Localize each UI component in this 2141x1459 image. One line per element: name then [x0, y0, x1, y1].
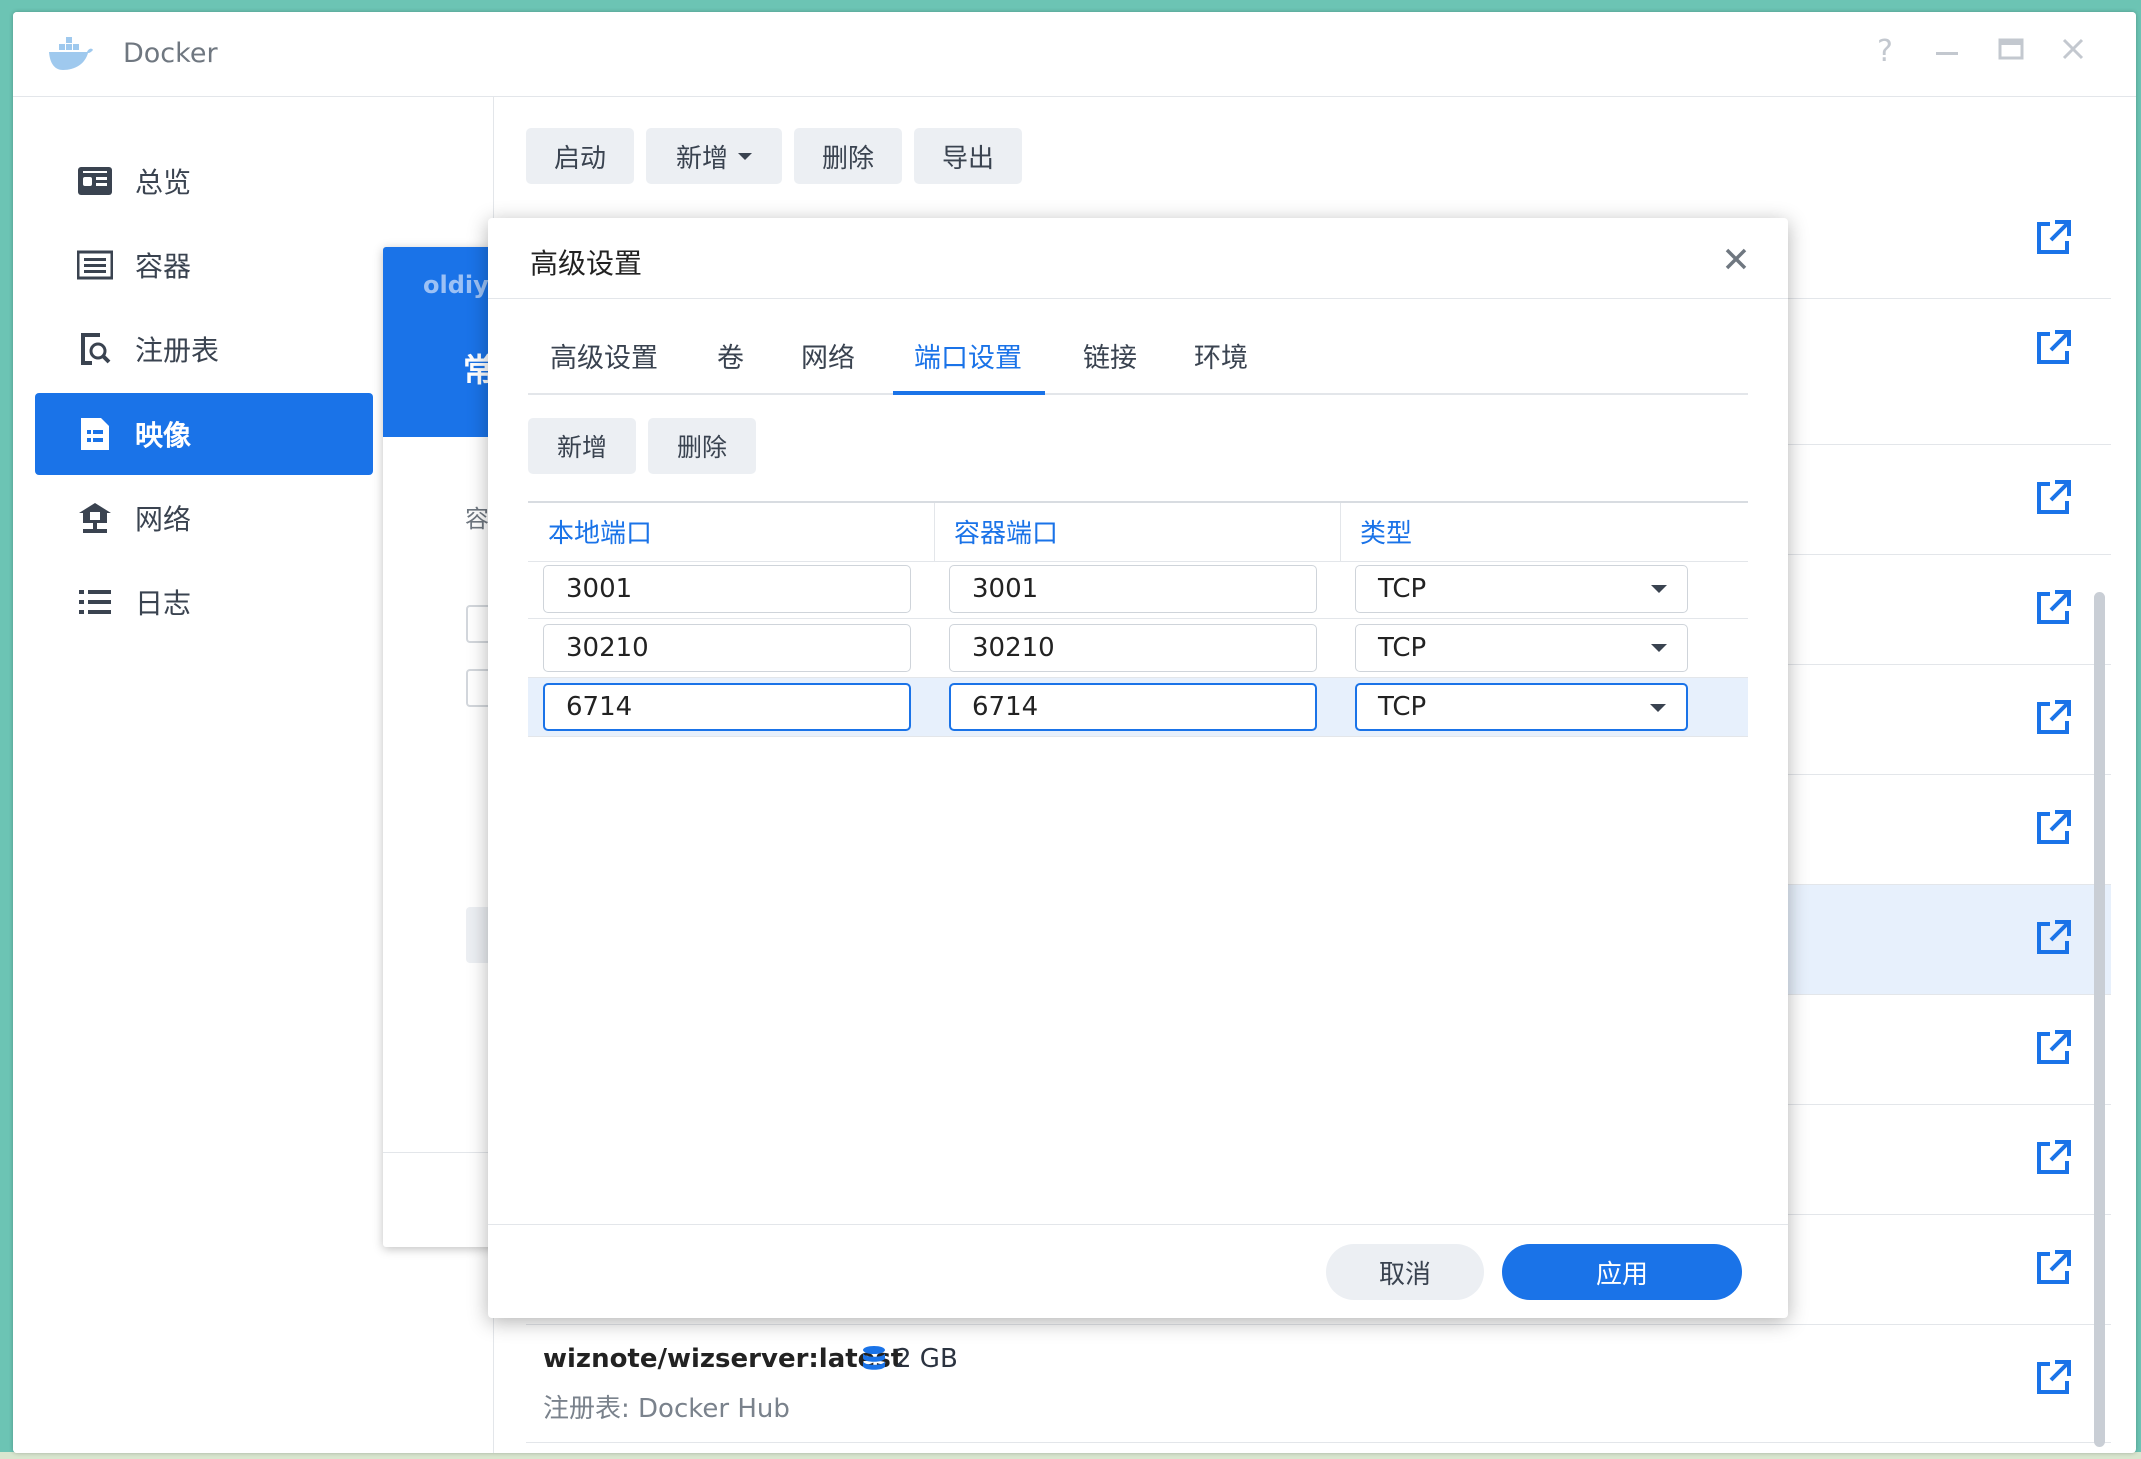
open-external-icon[interactable]	[2033, 1248, 2073, 1288]
column-separator	[934, 503, 935, 561]
close-icon	[2062, 38, 2084, 60]
wizard-subtitle: oldiy	[423, 271, 489, 299]
tab-advanced[interactable]: 高级设置	[550, 336, 658, 375]
sidebar-item-label: 注册表	[135, 334, 220, 367]
sidebar-item-log[interactable]: 日志	[35, 561, 373, 643]
start-button[interactable]: 启动	[526, 128, 634, 184]
sidebar-item-label: 总览	[135, 166, 192, 199]
overview-icon	[75, 161, 115, 201]
delete-port-button[interactable]: 删除	[648, 418, 756, 474]
chevron-down-icon	[1650, 704, 1666, 712]
protocol-select[interactable]: TCP	[1355, 624, 1688, 672]
container-port-input[interactable]: 30210	[949, 624, 1317, 672]
apply-button[interactable]: 应用	[1502, 1244, 1742, 1300]
sidebar-item-image[interactable]: 映像	[35, 393, 373, 475]
sidebar-item-label: 网络	[135, 503, 192, 536]
sidebar-item-label: 映像	[135, 419, 192, 452]
tab-volume[interactable]: 卷	[717, 336, 744, 375]
active-tab-indicator	[893, 391, 1045, 395]
chevron-down-icon	[1651, 644, 1667, 652]
dropdown-caret-icon	[738, 152, 752, 160]
minimize-button[interactable]	[1927, 34, 1967, 72]
minimize-icon	[1936, 52, 1958, 55]
protocol-value: TCP	[1378, 574, 1427, 604]
tab-network[interactable]: 网络	[801, 336, 855, 375]
desktop-background-bottom	[0, 1452, 2141, 1459]
divider	[488, 1224, 1788, 1225]
local-port-input[interactable]: 30210	[543, 624, 911, 672]
desktop-background	[0, 0, 2141, 10]
local-port-input[interactable]: 6714	[543, 683, 911, 731]
dialog-title: 高级设置	[530, 247, 643, 280]
column-header-container-port: 容器端口	[954, 519, 1059, 549]
table-row-selected[interactable]: 6714 6714 TCP	[528, 678, 1748, 737]
sidebar-item-overview[interactable]: 总览	[35, 140, 373, 222]
add-port-button[interactable]: 新增	[528, 418, 636, 474]
registry-icon	[75, 329, 115, 369]
help-button[interactable]: ?	[1865, 34, 1905, 69]
protocol-value: TCP	[1378, 692, 1427, 722]
column-separator	[1340, 503, 1341, 561]
table-row[interactable]: 3001 3001 TCP	[528, 560, 1748, 619]
log-icon	[75, 582, 115, 622]
open-external-icon[interactable]	[2033, 1138, 2073, 1178]
image-registry: 注册表: Docker Hub	[543, 1394, 790, 1424]
tab-environment[interactable]: 环境	[1194, 336, 1248, 375]
image-size-value: 2 GB	[895, 1344, 958, 1374]
tab-port-settings[interactable]: 端口设置	[914, 336, 1022, 375]
open-external-icon[interactable]	[2033, 698, 2073, 738]
sidebar-item-label: 日志	[135, 587, 192, 620]
container-icon	[75, 245, 115, 285]
table-row[interactable]: 30210 30210 TCP	[528, 619, 1748, 678]
close-button[interactable]	[2053, 34, 2093, 72]
storage-icon	[863, 1346, 885, 1370]
maximize-icon	[1998, 38, 2024, 60]
open-external-icon[interactable]	[2033, 808, 2073, 848]
container-port-input[interactable]: 6714	[949, 683, 1317, 731]
tabs-divider	[528, 393, 1748, 395]
open-external-icon[interactable]	[2033, 1358, 2073, 1398]
column-header-type: 类型	[1360, 519, 1413, 549]
port-table-header: 本地端口 容器端口 类型	[528, 501, 1748, 562]
open-external-icon[interactable]	[2033, 478, 2073, 518]
docker-window: Docker ? 总览 容器 注册表 映像 网络 日志 启动 新增 删除 导出 …	[13, 12, 2136, 1453]
open-external-icon[interactable]	[2033, 588, 2073, 628]
local-port-input[interactable]: 3001	[543, 565, 911, 613]
protocol-select[interactable]: TCP	[1355, 683, 1688, 731]
app-title: Docker	[123, 38, 218, 69]
maximize-button[interactable]	[1991, 34, 2031, 72]
sidebar-item-container[interactable]: 容器	[35, 224, 373, 306]
cancel-button[interactable]: 取消	[1326, 1244, 1484, 1300]
protocol-value: TCP	[1378, 633, 1427, 663]
dialog-close-button[interactable]	[1716, 238, 1756, 278]
divider	[488, 298, 1788, 299]
tab-links[interactable]: 链接	[1083, 336, 1137, 375]
export-button[interactable]: 导出	[914, 128, 1022, 184]
image-size: 2 GB	[861, 1344, 958, 1374]
chevron-down-icon	[1651, 585, 1667, 593]
list-item[interactable]	[526, 1325, 2111, 1443]
add-dropdown-button[interactable]: 新增	[646, 128, 782, 184]
wizard-label: 容	[465, 505, 489, 533]
scrollbar[interactable]	[2094, 592, 2105, 1447]
image-icon	[75, 414, 115, 454]
open-external-icon[interactable]	[2033, 918, 2073, 958]
open-external-icon[interactable]	[2033, 218, 2073, 258]
delete-button[interactable]: 删除	[794, 128, 902, 184]
open-external-icon[interactable]	[2033, 328, 2073, 368]
image-name: wiznote/wizserver:latest	[543, 1344, 904, 1374]
docker-logo-icon	[49, 37, 93, 70]
network-icon	[75, 498, 115, 538]
protocol-select[interactable]: TCP	[1355, 565, 1688, 613]
sidebar-item-network[interactable]: 网络	[35, 477, 373, 559]
close-icon	[1725, 248, 1747, 270]
open-external-icon[interactable]	[2033, 1028, 2073, 1068]
sidebar-item-label: 容器	[135, 250, 192, 283]
sidebar-item-registry[interactable]: 注册表	[35, 308, 373, 390]
title-bar: Docker ?	[13, 12, 2136, 97]
column-header-local-port: 本地端口	[548, 519, 653, 549]
advanced-settings-dialog: 高级设置 高级设置 卷 网络 端口设置 链接 环境 新增 删除 本地端口 容器端…	[488, 218, 1788, 1318]
container-port-input[interactable]: 3001	[949, 565, 1317, 613]
add-label: 新增	[675, 143, 728, 174]
